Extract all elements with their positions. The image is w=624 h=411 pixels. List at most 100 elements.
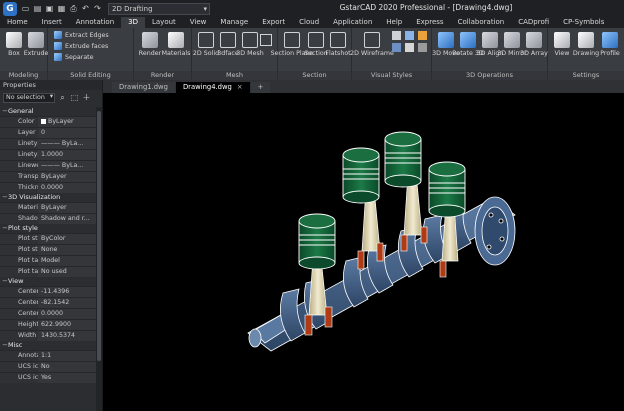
property-value[interactable]: 0.0000: [38, 309, 96, 319]
properties-section-header[interactable]: Plot style: [0, 224, 97, 233]
print-icon[interactable]: ⎙: [69, 4, 78, 13]
property-row[interactable]: Center Y-82.1542: [0, 297, 97, 308]
close-tab-icon[interactable]: ×: [237, 83, 243, 91]
properties-section-header[interactable]: 3D Visualization: [0, 193, 97, 202]
property-row[interactable]: UCS ico...Yes: [0, 372, 97, 383]
property-row[interactable]: Plot tabl...Model: [0, 255, 97, 266]
property-row[interactable]: Thickne...0.0000: [0, 182, 97, 193]
scrollbar-thumb[interactable]: [97, 111, 101, 361]
ribbon-tab-layout[interactable]: Layout: [145, 17, 183, 28]
property-value[interactable]: 1.0000: [38, 150, 96, 160]
select-objects-icon[interactable]: ⬚: [70, 93, 79, 102]
property-value[interactable]: ByColor: [38, 234, 96, 244]
ribbon-tab-manage[interactable]: Manage: [213, 17, 255, 28]
visual-style-gallery[interactable]: [392, 31, 428, 52]
separate-button[interactable]: Separate: [54, 53, 94, 61]
property-value[interactable]: 1430.5374: [38, 331, 96, 341]
new-icon[interactable]: ▭: [21, 4, 30, 13]
quick-select-icon[interactable]: ⌕: [58, 93, 67, 102]
property-row[interactable]: Linetype——— ByLa...: [0, 138, 97, 149]
property-value[interactable]: -82.1542: [38, 298, 96, 308]
property-value[interactable]: No: [38, 362, 96, 372]
ribbon-tab-cloud[interactable]: Cloud: [292, 17, 326, 28]
ribbon-tab-annotation[interactable]: Annotation: [69, 17, 121, 28]
saveas-icon[interactable]: ▦: [57, 4, 66, 13]
ribbon-tab-cadprofi[interactable]: CADprofi: [511, 17, 556, 28]
property-value[interactable]: Yes: [38, 373, 96, 383]
property-value[interactable]: No used: [38, 267, 96, 277]
materials-button[interactable]: Materials: [162, 32, 190, 57]
property-value[interactable]: ——— ByLa...: [38, 139, 96, 149]
property-row[interactable]: Plot styleByColor: [0, 233, 97, 244]
2d-wireframe-button[interactable]: 2D Wireframe: [350, 32, 394, 57]
property-row[interactable]: Layer 0: [0, 127, 97, 138]
property-value[interactable]: None: [38, 245, 96, 255]
app-logo[interactable]: G: [3, 1, 17, 16]
property-value[interactable]: ByLayer: [38, 117, 96, 127]
ribbon-tab-collaboration[interactable]: Collaboration: [451, 17, 512, 28]
ribbon-tab-view[interactable]: View: [183, 17, 214, 28]
property-row[interactable]: MaterialByLayer: [0, 202, 97, 213]
property-value[interactable]: Shadow and r...: [38, 214, 96, 224]
ribbon-tab-cp-symbols[interactable]: CP-Symbols: [556, 17, 611, 28]
extract-edges-button[interactable]: Extract Edges: [54, 31, 109, 39]
properties-section-header[interactable]: View: [0, 277, 97, 286]
ribbon-tab-application[interactable]: Application: [326, 17, 379, 28]
mesh-grid-icon[interactable]: [260, 34, 272, 46]
extrude-button[interactable]: Extrude: [22, 32, 50, 57]
property-row[interactable]: Transpa...ByLayer: [0, 171, 97, 182]
ribbon-tab-export[interactable]: Export: [255, 17, 292, 28]
property-row[interactable]: Annotati...1:1: [0, 350, 97, 361]
properties-section-header[interactable]: Misc: [0, 341, 97, 350]
redo-icon[interactable]: ↷: [93, 4, 102, 13]
property-row[interactable]: Color ByLayer: [0, 116, 97, 127]
property-value[interactable]: ByLayer: [38, 203, 96, 213]
extrude-faces-button[interactable]: Extrude faces: [54, 42, 108, 50]
render-button[interactable]: Render: [136, 32, 164, 57]
property-value[interactable]: 1:1: [38, 351, 96, 361]
pickadd-icon[interactable]: ＋: [82, 93, 91, 102]
property-row[interactable]: Center Z0.0000: [0, 308, 97, 319]
ribbon-tab-home[interactable]: Home: [0, 17, 35, 28]
open-icon[interactable]: ▤: [33, 4, 42, 13]
style-swatch-icon[interactable]: [418, 31, 427, 40]
flatshot-button[interactable]: Flatshot: [324, 32, 352, 57]
property-value[interactable]: -11.4396: [38, 287, 96, 297]
property-row[interactable]: Linetype...1.0000: [0, 149, 97, 160]
property-row[interactable]: Linewei...——— ByLa...: [0, 160, 97, 171]
property-row[interactable]: Width 1430.5374: [0, 330, 97, 341]
property-row[interactable]: Plot tabl...No used: [0, 266, 97, 277]
property-value[interactable]: 622.9900: [38, 320, 96, 330]
style-swatch-icon[interactable]: [392, 31, 401, 40]
properties-scrollbar[interactable]: [96, 107, 102, 411]
ribbon-tab-3d[interactable]: 3D: [121, 17, 145, 28]
undo-icon[interactable]: ↶: [81, 4, 90, 13]
properties-section-header[interactable]: General: [0, 107, 97, 116]
style-swatch-icon[interactable]: [405, 31, 414, 40]
ribbon-tab-help[interactable]: Help: [379, 17, 409, 28]
profile-settings-button[interactable]: Profile: [596, 32, 624, 57]
property-value[interactable]: ——— ByLa...: [38, 161, 96, 171]
property-row[interactable]: Plot styl...None: [0, 244, 97, 255]
document-tab[interactable]: Drawing1.dwg: [112, 82, 175, 93]
property-value[interactable]: 0.0000: [38, 183, 96, 193]
workspace-select[interactable]: 2D Drafting: [108, 2, 210, 15]
property-row[interactable]: UCS ico...No: [0, 361, 97, 372]
document-tab[interactable]: Drawing4.dwg ×: [175, 82, 250, 93]
style-swatch-icon[interactable]: [418, 43, 427, 52]
property-value[interactable]: Model: [38, 256, 96, 266]
property-row[interactable]: Height 622.9900: [0, 319, 97, 330]
ribbon-tab-express[interactable]: Express: [409, 17, 450, 28]
selection-dropdown[interactable]: No selection: [3, 92, 55, 103]
property-value[interactable]: ByLayer: [38, 172, 96, 182]
3d-array-button[interactable]: 3D Array: [520, 32, 548, 57]
style-swatch-icon[interactable]: [405, 43, 414, 52]
style-swatch-icon[interactable]: [392, 43, 401, 52]
new-tab-icon[interactable]: +: [250, 82, 271, 93]
ribbon-tab-insert[interactable]: Insert: [35, 17, 69, 28]
property-row[interactable]: Shadow...Shadow and r...: [0, 213, 97, 224]
drawing-canvas[interactable]: [103, 93, 624, 411]
property-value[interactable]: 0: [38, 128, 96, 138]
property-row[interactable]: Center X-11.4396: [0, 286, 97, 297]
save-icon[interactable]: ▣: [45, 4, 54, 13]
